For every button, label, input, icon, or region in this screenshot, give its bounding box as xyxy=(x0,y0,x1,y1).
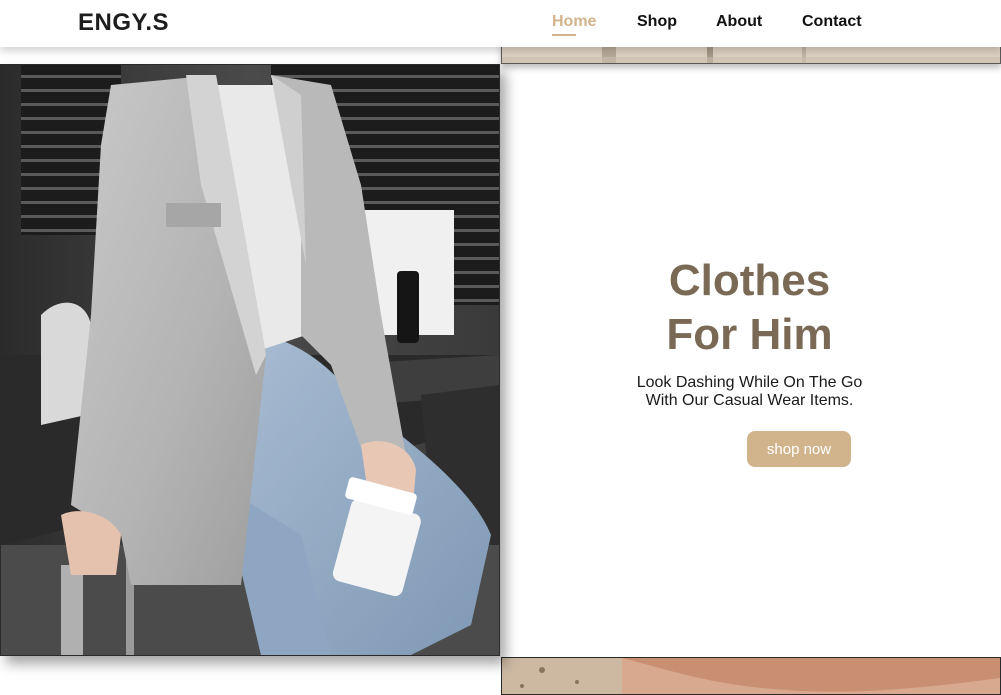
hero-title-line2: For Him xyxy=(666,310,833,359)
bottom-product-image xyxy=(501,657,1001,695)
nav-link-contact[interactable]: Contact xyxy=(802,13,862,31)
nav-link-home[interactable]: Home xyxy=(552,13,596,36)
hero-title: Clothes For Him xyxy=(451,254,1001,362)
nav-link-shop[interactable]: Shop xyxy=(637,13,677,31)
hero-panel: Clothes For Him Look Dashing While On Th… xyxy=(501,64,1001,656)
hero-subtitle: Look Dashing While On The Go With Our Ca… xyxy=(451,374,1001,410)
hero-subtitle-line1: Look Dashing While On The Go xyxy=(636,374,863,391)
page: ENGY.S Home Shop About Contact Clothes F… xyxy=(0,0,1001,695)
nav-links: Home Shop About Contact xyxy=(0,13,1001,43)
hero-image xyxy=(0,64,500,656)
hero-title-line1: Clothes xyxy=(668,256,831,305)
hero-subtitle-line2: With Our Casual Wear Items. xyxy=(645,392,854,409)
shop-now-button[interactable]: shop now xyxy=(747,431,851,467)
navbar: ENGY.S Home Shop About Contact xyxy=(0,0,1001,47)
nav-link-about[interactable]: About xyxy=(716,13,762,31)
